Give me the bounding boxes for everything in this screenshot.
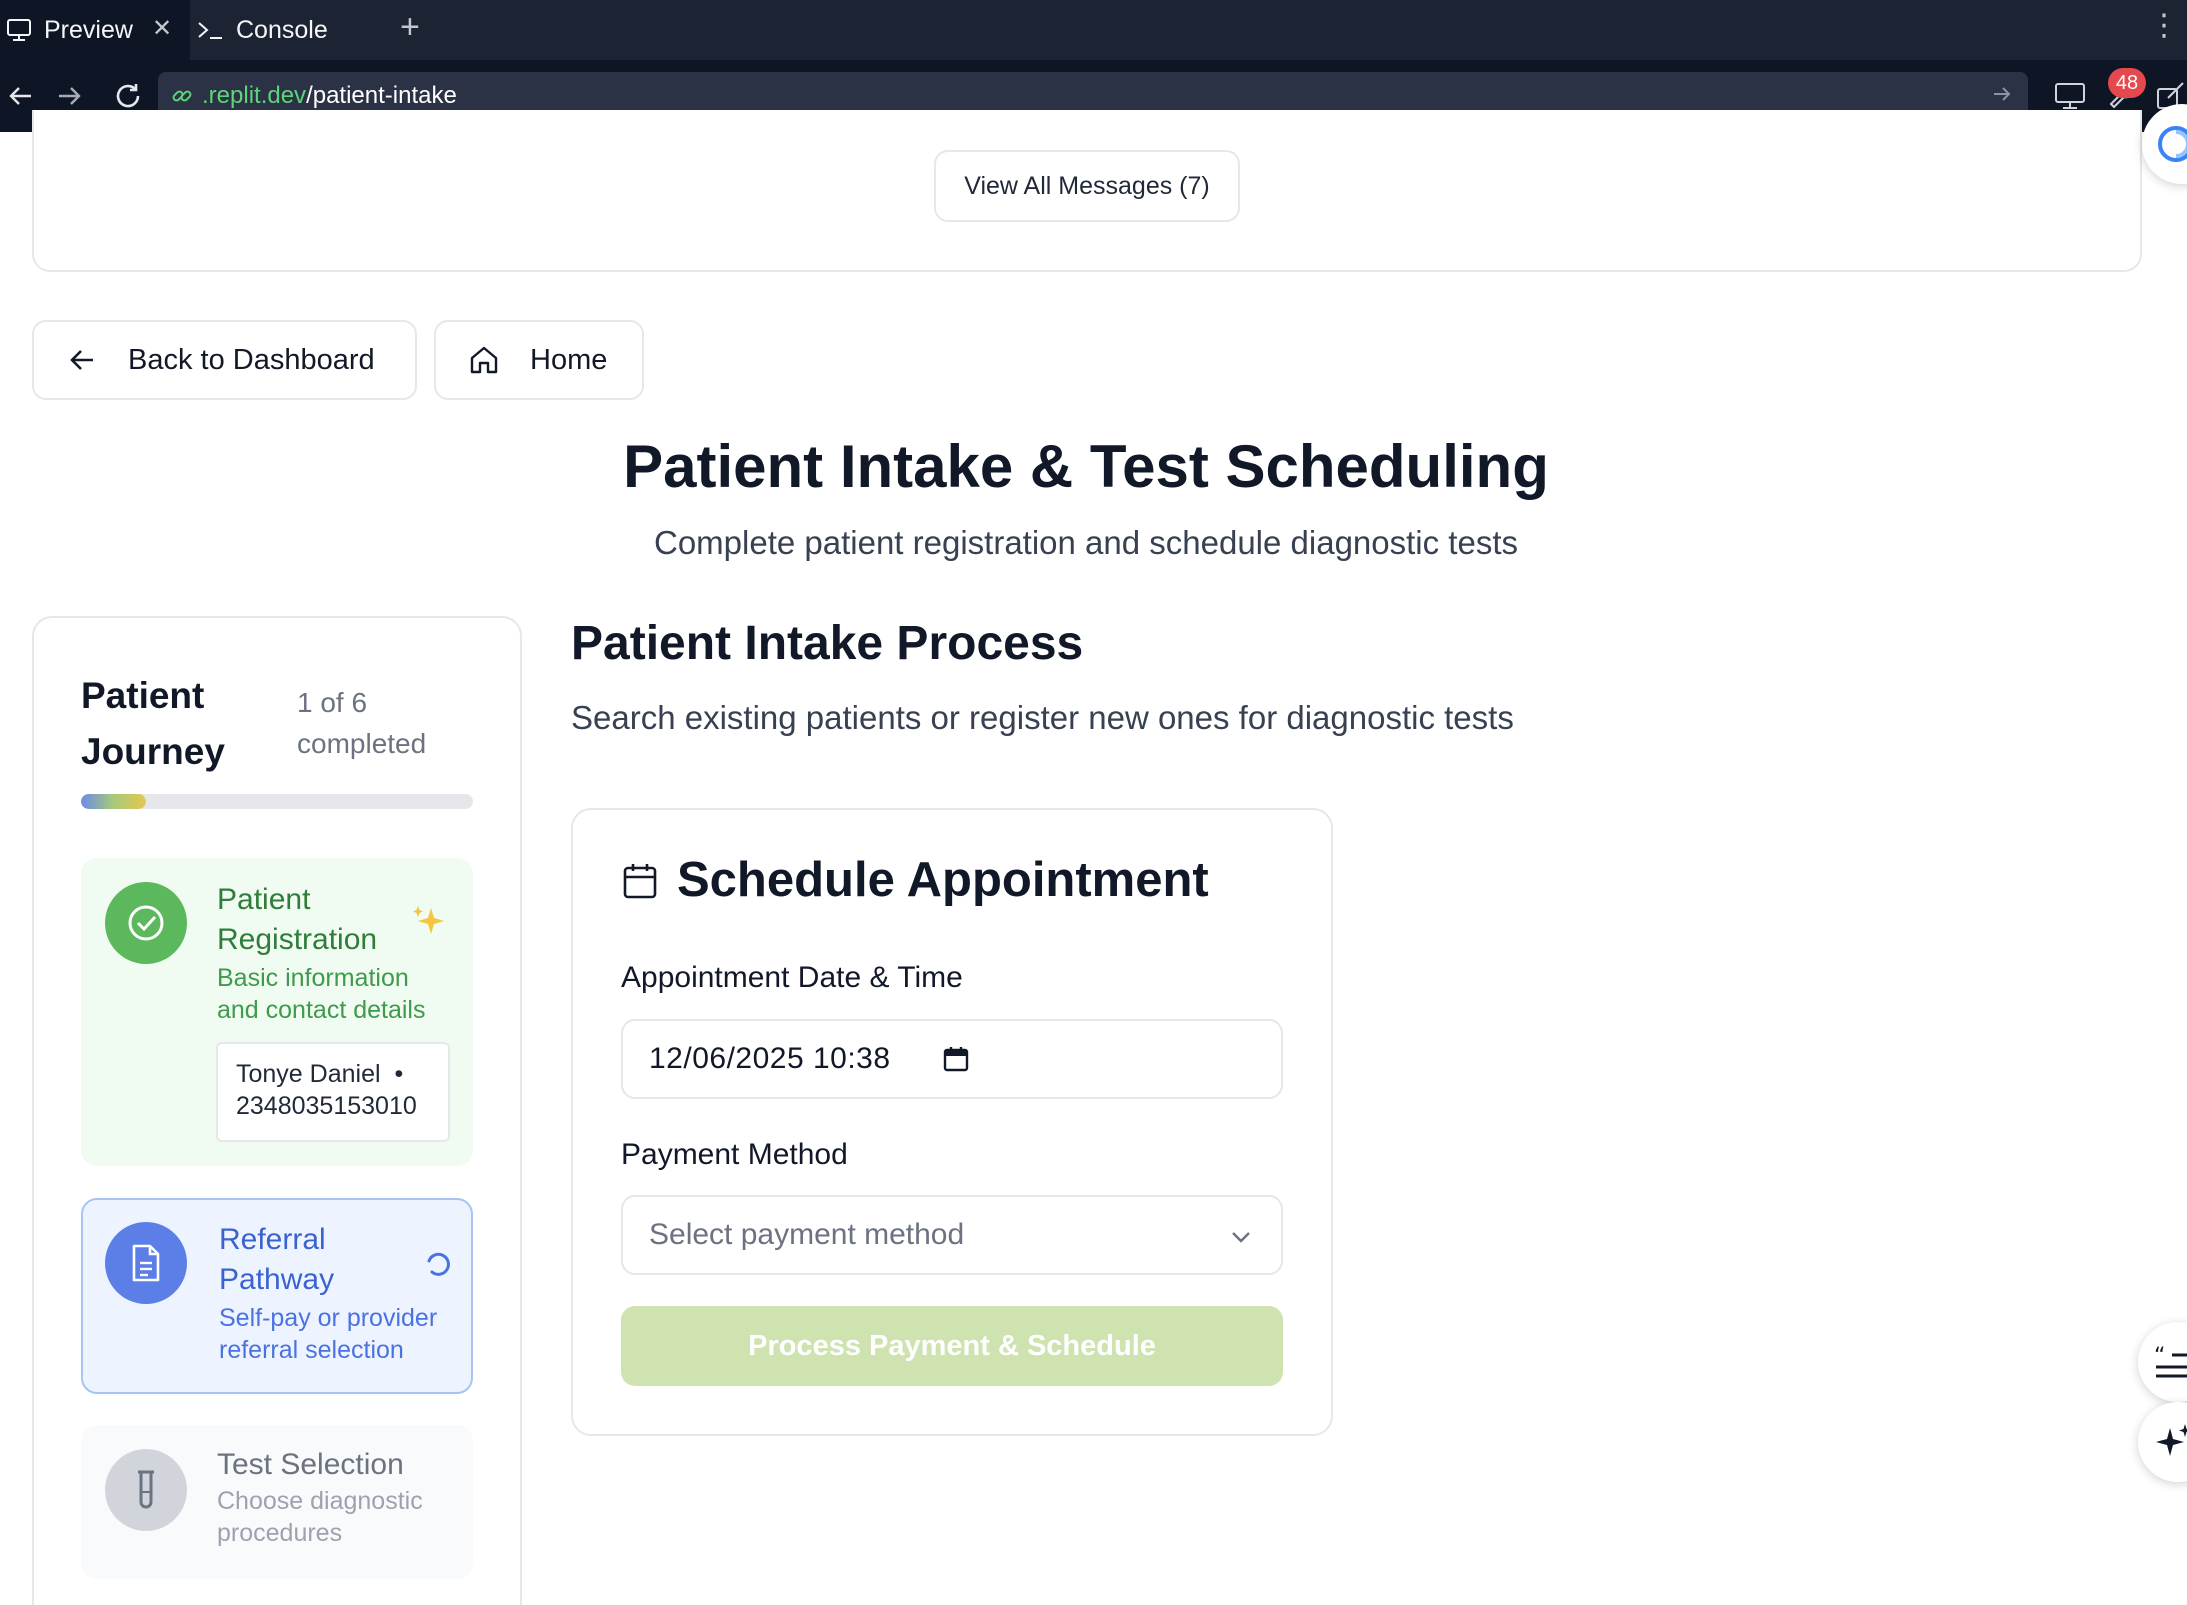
link-icon bbox=[168, 82, 196, 110]
payment-method-label: Payment Method bbox=[621, 1138, 848, 1171]
home-label: Home bbox=[530, 343, 608, 376]
home-button[interactable]: Home bbox=[434, 320, 644, 400]
home-icon bbox=[466, 342, 502, 378]
monitor-icon bbox=[2, 15, 36, 45]
back-to-dashboard-button[interactable]: Back to Dashboard bbox=[32, 320, 417, 400]
more-options-icon[interactable]: ⋮ bbox=[2149, 8, 2179, 43]
view-all-messages-button[interactable]: View All Messages (7) bbox=[934, 150, 1240, 222]
new-tab-button[interactable]: + bbox=[400, 8, 420, 47]
step-name: Referral Pathway bbox=[219, 1223, 335, 1296]
step-description: Choose diagnostic procedures bbox=[217, 1487, 423, 1547]
arrow-left-icon bbox=[64, 342, 100, 378]
swirl-icon bbox=[2158, 126, 2187, 162]
calendar-icon bbox=[620, 860, 660, 902]
page-subtitle: Complete patient registration and schedu… bbox=[653, 524, 1518, 561]
payment-method-placeholder: Select payment method bbox=[649, 1218, 965, 1251]
tab-console-label: Console bbox=[236, 15, 328, 44]
journey-progress-bar bbox=[81, 794, 473, 809]
payment-method-select[interactable]: Select payment method bbox=[621, 1195, 1283, 1275]
step-referral-pathway[interactable]: Referral Pathway Self-pay or provider re… bbox=[81, 1198, 473, 1394]
loading-spinner-icon bbox=[423, 1250, 453, 1280]
selected-patient-card: Tonye Daniel • 2348035153010 bbox=[216, 1042, 450, 1142]
browser-tab-bar: Preview ✕ Console + ⋮ bbox=[0, 0, 2187, 60]
appointment-datetime-input[interactable]: 12/06/2025 10:38 bbox=[621, 1019, 1283, 1099]
intake-process-title: Patient Intake Process bbox=[571, 617, 1084, 670]
terminal-icon bbox=[194, 15, 228, 45]
schedule-appointment-title: Schedule Appointment bbox=[677, 853, 1209, 907]
patient-phone: 2348035153010 bbox=[236, 1092, 417, 1120]
intake-process-subtitle: Search existing patients or register new… bbox=[571, 699, 1514, 736]
chevron-down-icon bbox=[1227, 1223, 1255, 1251]
appointment-datetime-value: 12/06/2025 10:38 bbox=[649, 1042, 891, 1075]
check-circle-icon bbox=[105, 882, 187, 964]
tab-preview[interactable]: Preview ✕ bbox=[0, 0, 190, 60]
process-payment-schedule-button[interactable]: Process Payment & Schedule bbox=[621, 1306, 1283, 1386]
page-title: Patient Intake & Test Scheduling bbox=[623, 433, 1549, 500]
step-name: Patient Registration bbox=[217, 883, 378, 956]
tab-console[interactable]: Console bbox=[192, 0, 384, 60]
sparkles-icon bbox=[409, 902, 449, 942]
go-arrow-icon[interactable] bbox=[1990, 82, 2014, 111]
quote-widget-button[interactable]: “ bbox=[2138, 1322, 2187, 1402]
quote-icon: “ bbox=[2154, 1345, 2187, 1378]
step-test-selection[interactable]: Test Selection Choose diagnostic procedu… bbox=[81, 1425, 473, 1579]
close-icon[interactable]: ✕ bbox=[152, 14, 172, 43]
step-name: Test Selection bbox=[217, 1448, 404, 1481]
patient-separator: • bbox=[394, 1060, 404, 1088]
patient-name: Tonye Daniel bbox=[236, 1060, 381, 1088]
ai-sparkle-button[interactable] bbox=[2138, 1402, 2187, 1482]
appointment-date-label: Appointment Date & Time bbox=[621, 961, 963, 994]
url-host: .replit.dev bbox=[202, 82, 307, 109]
step-description: Basic information and contact details bbox=[217, 964, 426, 1024]
step-description: Self-pay or provider referral selection bbox=[219, 1304, 438, 1364]
journey-progress-count: 1 of 6 completed bbox=[297, 687, 427, 759]
journey-title: Patient Journey bbox=[81, 675, 225, 772]
svg-text:“: “ bbox=[2154, 1345, 2165, 1369]
url-path: /patient-intake bbox=[306, 82, 457, 109]
back-to-dashboard-label: Back to Dashboard bbox=[128, 343, 375, 376]
sparkle-icon bbox=[2156, 1424, 2187, 1456]
tab-preview-label: Preview bbox=[44, 15, 133, 44]
test-tube-icon bbox=[105, 1449, 187, 1531]
journey-progress-fill bbox=[81, 794, 147, 809]
calendar-picker-icon[interactable] bbox=[941, 1044, 971, 1074]
notification-badge: 48 bbox=[2108, 68, 2146, 98]
document-icon bbox=[105, 1222, 187, 1304]
